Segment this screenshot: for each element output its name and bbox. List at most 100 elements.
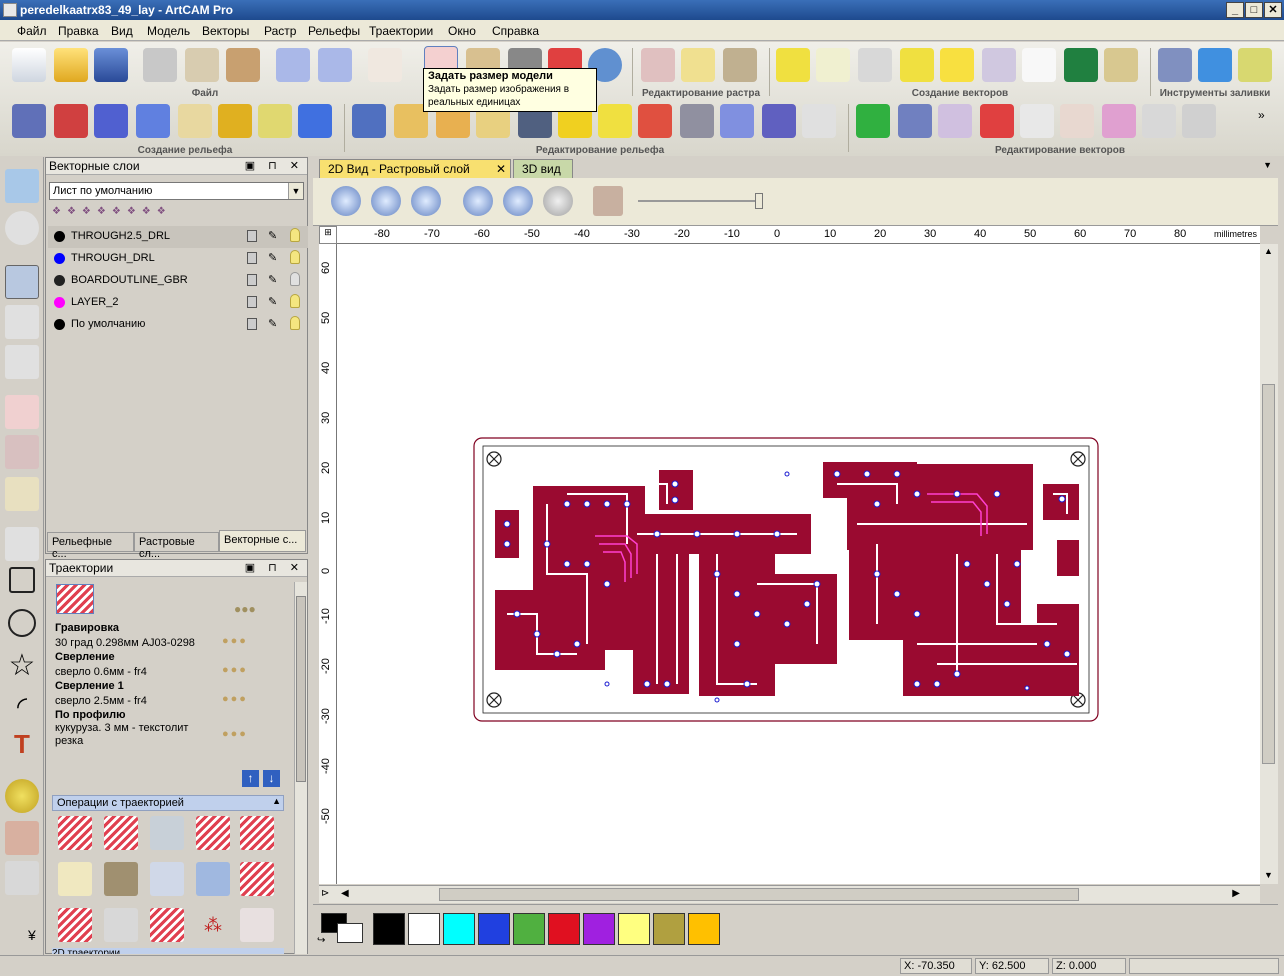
render-icon[interactable] xyxy=(593,186,623,216)
op-simulate-icon[interactable] xyxy=(150,816,184,850)
lock-icon[interactable] xyxy=(247,230,257,242)
web-icon[interactable] xyxy=(5,211,39,245)
menu-raster[interactable]: Растр xyxy=(264,24,296,38)
layer-row[interactable]: LAYER_2 ✎ xyxy=(48,292,308,314)
op-copy-icon[interactable] xyxy=(150,908,184,942)
toolpaths-2d-header[interactable]: 2D траектории xyxy=(52,948,284,954)
vector-edit-9-icon[interactable] xyxy=(1182,104,1216,138)
fill-tool-3-icon[interactable] xyxy=(1238,48,1272,82)
color-swatch[interactable] xyxy=(688,913,720,945)
tab-raster-layers[interactable]: Растровые сл... xyxy=(134,532,219,560)
vertical-scrollbar[interactable]: ▲ ▼ xyxy=(1260,244,1278,884)
star-vector-icon[interactable] xyxy=(776,48,810,82)
vector-edit-2-icon[interactable] xyxy=(898,104,932,138)
curve-vector-icon[interactable] xyxy=(900,48,934,82)
menu-toolpaths[interactable]: Траектории xyxy=(369,24,433,38)
ruler-corner-icon[interactable]: ⊞ xyxy=(319,226,337,244)
op-info-icon[interactable] xyxy=(104,816,138,850)
move-down-icon[interactable]: ↓ xyxy=(263,770,280,787)
toolpath-name[interactable]: Сверление xyxy=(55,651,115,664)
pen-edit-icon[interactable]: ✎ xyxy=(268,295,281,308)
bulb-icon[interactable] xyxy=(290,228,300,242)
arc-vector-icon[interactable] xyxy=(816,48,850,82)
vector-edit-6-icon[interactable] xyxy=(1060,104,1094,138)
vector-edit-4-icon[interactable] xyxy=(980,104,1014,138)
tab-vector-layers[interactable]: Векторные с... xyxy=(219,530,306,552)
toolpath-name[interactable]: По профилю xyxy=(55,709,126,722)
color-swatch[interactable] xyxy=(618,913,650,945)
relief-star-icon[interactable] xyxy=(94,104,128,138)
scroll-left-icon[interactable]: ⊳ xyxy=(321,888,329,899)
star-icon[interactable]: ☆ xyxy=(5,651,39,685)
vector-tool-icon[interactable] xyxy=(1104,48,1138,82)
layer-row[interactable]: THROUGH_DRL ✎ xyxy=(48,248,308,270)
polyline-icon[interactable] xyxy=(5,527,39,561)
menu-vectors[interactable]: Векторы xyxy=(202,24,249,38)
scroll-left-arrow-icon[interactable]: ◀ xyxy=(341,888,349,899)
toolpath-name[interactable]: Сверление 1 xyxy=(55,680,124,693)
lock-icon[interactable] xyxy=(247,318,257,330)
layer-tools-icons[interactable]: ❖❖❖❖❖❖❖❖ xyxy=(52,206,252,220)
tab-2d-view[interactable]: 2D Вид - Растровый слой ✕ xyxy=(319,159,511,178)
chevron-down-icon[interactable]: ▼ xyxy=(288,183,303,199)
panel-controls-icon[interactable]: ▣ ⊓ ✕ xyxy=(245,159,304,172)
node-edit-icon[interactable] xyxy=(5,305,39,339)
move-up-icon[interactable]: ↑ xyxy=(242,770,259,787)
vector-edit-5-icon[interactable] xyxy=(1020,104,1054,138)
color-swatch[interactable] xyxy=(408,913,440,945)
vector-edit-7-icon[interactable] xyxy=(1102,104,1136,138)
sheet-select[interactable]: Лист по умолчанию ▼ xyxy=(49,182,304,200)
relief-knot-icon[interactable] xyxy=(218,104,252,138)
color-swatch[interactable] xyxy=(583,913,615,945)
toolpath-operations-header[interactable]: Операции с траекторией ▲ xyxy=(52,795,284,811)
sculpt-icon[interactable] xyxy=(5,821,39,855)
relief-sweep-icon[interactable] xyxy=(178,104,212,138)
zoom-out-icon[interactable] xyxy=(371,186,401,216)
brush-icon[interactable] xyxy=(5,435,39,469)
menu-view[interactable]: Вид xyxy=(111,24,133,38)
tab-3d-view[interactable]: 3D вид xyxy=(513,159,573,178)
raster-tools-icon[interactable] xyxy=(723,48,757,82)
relief-edit-7-icon[interactable] xyxy=(598,104,632,138)
rectangle-icon[interactable] xyxy=(9,567,35,593)
color-swatch[interactable] xyxy=(513,913,545,945)
menu-window[interactable]: Окно xyxy=(448,24,476,38)
knife-icon[interactable] xyxy=(5,861,39,895)
vector-edit-8-icon[interactable] xyxy=(1142,104,1176,138)
zoom-disabled-icon[interactable] xyxy=(543,186,573,216)
copy-icon[interactable] xyxy=(185,48,219,82)
menu-help[interactable]: Справка xyxy=(492,24,539,38)
toolbar-overflow-icon[interactable]: » xyxy=(1258,108,1265,122)
lock-icon[interactable] xyxy=(247,252,257,264)
color-swatch[interactable] xyxy=(373,913,405,945)
color-swatch[interactable] xyxy=(478,913,510,945)
zoom-previous-icon[interactable] xyxy=(411,186,441,216)
color-swatch[interactable] xyxy=(548,913,580,945)
measure-icon[interactable] xyxy=(5,477,39,511)
collapse-icon[interactable]: ▲ xyxy=(272,796,281,806)
save-icon[interactable] xyxy=(94,48,128,82)
chevron-down-icon[interactable]: ▼ xyxy=(1263,160,1272,170)
bulb-icon[interactable] xyxy=(290,250,300,264)
maximize-button[interactable]: □ xyxy=(1245,2,1263,18)
toolpath-status-icons[interactable]: ●●● xyxy=(222,635,248,647)
menu-edit[interactable]: Правка xyxy=(58,24,99,38)
layer-row[interactable]: BOARDOUTLINE_GBR ✎ xyxy=(48,270,308,292)
panel-controls-icon[interactable]: ▣ ⊓ ✕ xyxy=(245,561,304,574)
op-calc-icon[interactable] xyxy=(196,816,230,850)
pen-edit-icon[interactable]: ✎ xyxy=(268,317,281,330)
op-batch-icon[interactable] xyxy=(240,816,274,850)
op-highlight-icon[interactable] xyxy=(240,862,274,896)
bulb-off-icon[interactable] xyxy=(290,272,300,286)
toolpath-status-icons[interactable]: ●●● xyxy=(222,693,248,705)
close-button[interactable]: ✕ xyxy=(1264,2,1282,18)
op-array-icon[interactable]: ⁂ xyxy=(196,908,230,942)
op-export-icon[interactable] xyxy=(58,908,92,942)
relief-wizard-icon[interactable] xyxy=(298,104,332,138)
layer-row[interactable]: По умолчанию ✎ xyxy=(48,314,308,336)
relief-edit-10-icon[interactable] xyxy=(720,104,754,138)
undo-icon[interactable] xyxy=(276,48,310,82)
relief-extrude-icon[interactable] xyxy=(136,104,170,138)
op-transform-icon[interactable] xyxy=(104,908,138,942)
text-tool-icon[interactable]: T xyxy=(5,729,39,763)
